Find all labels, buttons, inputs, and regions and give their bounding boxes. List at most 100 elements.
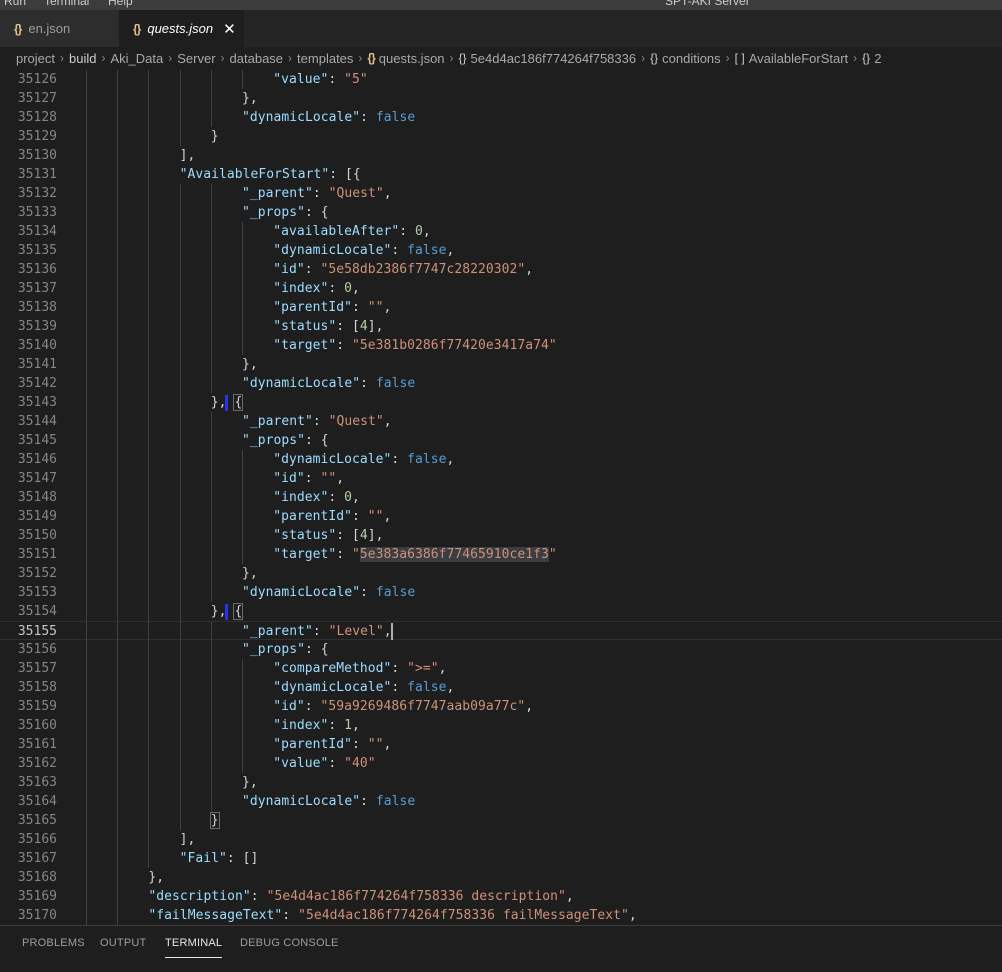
indent-guide bbox=[179, 792, 181, 811]
code-line[interactable]: 35160 "index": 1, bbox=[0, 716, 1002, 735]
indent-guide bbox=[148, 716, 150, 735]
code-line[interactable]: 35161 "parentId": "", bbox=[0, 735, 1002, 754]
code-token: : { bbox=[305, 433, 329, 448]
indent-guide bbox=[210, 583, 212, 602]
tab-quests-json[interactable]: {} quests.json ✕ bbox=[119, 10, 244, 47]
code-line[interactable]: 35143}, { bbox=[0, 393, 1002, 412]
code-line[interactable]: 35126 "value": "5" bbox=[0, 70, 1002, 89]
code-line[interactable]: 35151 "target": "5e383a6386f77465910ce1f3… bbox=[0, 545, 1002, 564]
code-token: "" bbox=[367, 737, 384, 752]
breadcrumb-item[interactable]: Aki_Data bbox=[111, 51, 164, 66]
breadcrumb-item[interactable]: conditions bbox=[662, 51, 721, 66]
menu-help[interactable]: Help bbox=[108, 0, 133, 8]
breadcrumb-item[interactable]: 5e4d4ac186f774264f758336 bbox=[471, 51, 637, 66]
code-line[interactable]: 35134 "availableAfter": 0, bbox=[0, 222, 1002, 241]
code-line[interactable]: 35145 "_props": { bbox=[0, 431, 1002, 450]
breadcrumb-item[interactable]: templates bbox=[297, 51, 353, 66]
code-line[interactable]: 35128 "dynamicLocale": false bbox=[0, 108, 1002, 127]
code-line[interactable]: 35156 "_props": { bbox=[0, 640, 1002, 659]
code-line[interactable]: 35133 "_props": { bbox=[0, 203, 1002, 222]
close-icon[interactable]: ✕ bbox=[223, 20, 236, 38]
code-line[interactable]: 35170 "failMessageText": "5e4d4ac186f7742… bbox=[0, 906, 1002, 925]
tab-en-json[interactable]: {} en.json bbox=[0, 10, 119, 47]
indent-guide bbox=[86, 146, 87, 165]
indent-guide bbox=[210, 773, 212, 792]
code-line[interactable]: 35159 "id": "59a9269486f7747aab09a77c", bbox=[0, 697, 1002, 716]
code-token: , bbox=[446, 243, 455, 258]
code-line[interactable]: 35149 "parentId": "", bbox=[0, 507, 1002, 526]
code-token: { bbox=[233, 603, 244, 620]
code-line[interactable]: 35148 "index": 0, bbox=[0, 488, 1002, 507]
code-line[interactable]: 35132 "_parent": "Quest", bbox=[0, 184, 1002, 203]
breadcrumb-item[interactable]: Server bbox=[177, 51, 215, 66]
tab-problems[interactable]: PROBLEMS bbox=[22, 937, 85, 949]
code-line[interactable]: 35166], bbox=[0, 830, 1002, 849]
code-line[interactable]: 35147 "id": "", bbox=[0, 469, 1002, 488]
code-line[interactable]: 35141}, bbox=[0, 355, 1002, 374]
code-line[interactable]: 35140 "target": "5e381b0286f77420e3417a74… bbox=[0, 336, 1002, 355]
indent-guide bbox=[148, 108, 150, 127]
menu-run[interactable]: Run bbox=[4, 0, 26, 8]
code-line[interactable]: 35127}, bbox=[0, 89, 1002, 108]
code-token: "" bbox=[320, 471, 337, 486]
breadcrumb-item[interactable]: database bbox=[230, 51, 284, 66]
code-token: , bbox=[438, 661, 447, 676]
menu-terminal[interactable]: Terminal bbox=[44, 0, 89, 8]
breadcrumb-item[interactable]: build bbox=[69, 51, 96, 66]
breadcrumb-item[interactable]: project bbox=[16, 51, 55, 66]
code-line[interactable]: 35163}, bbox=[0, 773, 1002, 792]
tab-debug-console[interactable]: DEBUG CONSOLE bbox=[240, 937, 339, 949]
code-line[interactable]: 35129} bbox=[0, 127, 1002, 146]
code-text: "_parent": "Quest", bbox=[242, 412, 392, 431]
indent-guide bbox=[117, 830, 119, 849]
code-token: ], bbox=[367, 528, 384, 543]
code-line[interactable]: 35153 "dynamicLocale": false bbox=[0, 583, 1002, 602]
code-line[interactable]: 35167 "Fail": [] bbox=[0, 849, 1002, 868]
code-text: "id": "5e58db2386f7747c28220302", bbox=[273, 260, 533, 279]
code-token: "parentId" bbox=[273, 509, 352, 524]
breadcrumb-item[interactable]: AvailableForStart bbox=[749, 51, 848, 66]
code-token: "59a9269486f7747aab09a77c" bbox=[320, 699, 526, 714]
code-line[interactable]: 35135 "dynamicLocale": false, bbox=[0, 241, 1002, 260]
code-line[interactable]: 35162 "value": "40" bbox=[0, 754, 1002, 773]
indent-guide bbox=[210, 336, 212, 355]
code-line[interactable]: 35152}, bbox=[0, 564, 1002, 583]
code-line[interactable]: 35137 "index": 0, bbox=[0, 279, 1002, 298]
code-line[interactable]: 35154}, { bbox=[0, 602, 1002, 621]
code-line[interactable]: 35169 "description": "5e4d4ac186f774264f7… bbox=[0, 887, 1002, 906]
indent-guide bbox=[148, 811, 150, 830]
code-line[interactable]: 35155 "_parent": "Level", bbox=[0, 621, 1002, 641]
line-number: 35164 bbox=[17, 794, 57, 809]
line-number: 35150 bbox=[17, 528, 57, 543]
code-line[interactable]: 35164 "dynamicLocale": false bbox=[0, 792, 1002, 811]
code-text: }, bbox=[242, 355, 258, 374]
code-line[interactable]: 35138 "parentId": "", bbox=[0, 298, 1002, 317]
indent-guide bbox=[210, 450, 212, 469]
indent-guide bbox=[210, 792, 212, 811]
indent-guide bbox=[117, 317, 119, 336]
line-number: 35129 bbox=[17, 129, 57, 144]
code-editor[interactable]: 35126 "value": "5" 35127}, 35128 "dynamicLoc… bbox=[0, 70, 1002, 925]
breadcrumb-item[interactable]: quests.json bbox=[379, 51, 445, 66]
code-text: "dynamicLocale": false, bbox=[273, 241, 454, 260]
code-token: : bbox=[360, 794, 376, 809]
code-line[interactable]: 35146 "dynamicLocale": false, bbox=[0, 450, 1002, 469]
code-line[interactable]: 35150 "status": [4], bbox=[0, 526, 1002, 545]
tab-terminal[interactable]: TERMINAL bbox=[165, 937, 223, 958]
tab-output[interactable]: OUTPUT bbox=[100, 937, 146, 949]
code-line[interactable]: 35144 "_parent": "Quest", bbox=[0, 412, 1002, 431]
code-token: "failMessageText" bbox=[148, 908, 283, 923]
code-line[interactable]: 35158 "dynamicLocale": false, bbox=[0, 678, 1002, 697]
code-line[interactable]: 35136 "id": "5e58db2386f7747c28220302", bbox=[0, 260, 1002, 279]
code-line[interactable]: 35139 "status": [4], bbox=[0, 317, 1002, 336]
code-line[interactable]: 35142 "dynamicLocale": false bbox=[0, 374, 1002, 393]
code-token: : bbox=[360, 376, 376, 391]
object-icon: {} bbox=[862, 51, 871, 65]
code-line[interactable]: 35131 "AvailableForStart": [{ bbox=[0, 165, 1002, 184]
breadcrumb-item[interactable]: 2 bbox=[874, 51, 881, 66]
indent-guide bbox=[242, 545, 243, 564]
code-line[interactable]: 35165} bbox=[0, 811, 1002, 830]
code-line[interactable]: 35157 "compareMethod": ">=", bbox=[0, 659, 1002, 678]
code-line[interactable]: 35130], bbox=[0, 146, 1002, 165]
code-line[interactable]: 35168}, bbox=[0, 868, 1002, 887]
